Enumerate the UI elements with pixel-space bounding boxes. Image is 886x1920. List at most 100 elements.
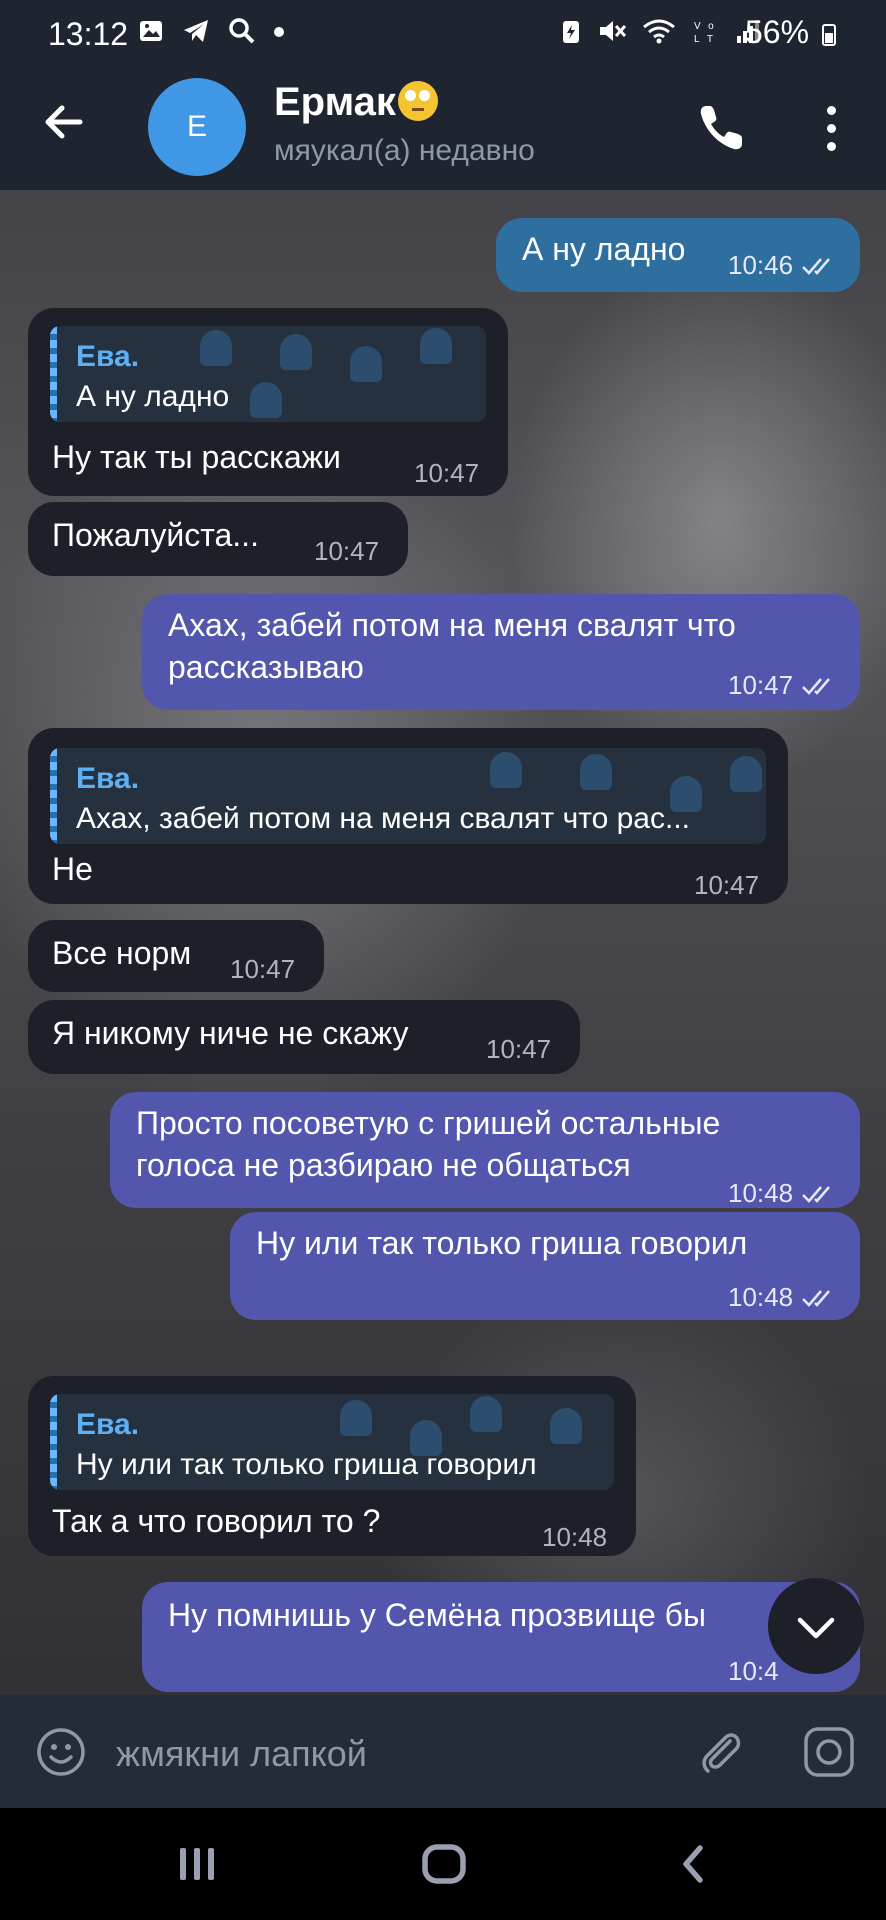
ghost-pattern-icon bbox=[580, 754, 612, 790]
double-check-icon bbox=[802, 1290, 831, 1307]
ghost-pattern-icon bbox=[200, 330, 232, 366]
message-list[interactable]: А ну ладно 10:46 Ева. А ну ладно Ну так … bbox=[0, 190, 886, 1695]
ghost-pattern-icon bbox=[550, 1408, 582, 1444]
ghost-pattern-icon bbox=[420, 328, 452, 364]
recent-apps-icon bbox=[180, 1848, 214, 1880]
reply-quote[interactable]: Ева. А ну ладно bbox=[50, 326, 486, 422]
quote-author: Ева. bbox=[76, 762, 140, 795]
message-bubble-outgoing[interactable]: Ну или так только гриша говорил 10:48 bbox=[230, 1212, 860, 1320]
message-text: Ну так ты расскажи bbox=[52, 439, 341, 475]
message-time: 10:48 bbox=[728, 1178, 794, 1208]
message-bubble-outgoing[interactable]: Просто посоветую с гришей остальные голо… bbox=[110, 1092, 860, 1208]
message-input[interactable] bbox=[114, 1725, 678, 1783]
double-check-icon bbox=[802, 678, 831, 695]
message-text: Не bbox=[52, 851, 93, 887]
battery-percent: 56% bbox=[745, 14, 810, 50]
message-time: 10:47 bbox=[414, 458, 480, 488]
ghost-pattern-icon bbox=[340, 1400, 372, 1436]
back-chevron-icon bbox=[683, 1845, 703, 1883]
double-check-icon bbox=[802, 258, 831, 275]
smiley-icon bbox=[37, 1728, 85, 1776]
phone-icon bbox=[700, 106, 742, 150]
menu-dot-icon bbox=[827, 106, 836, 115]
message-time: 10:47 bbox=[230, 954, 296, 984]
message-text: Так а что говорил то ? bbox=[52, 1503, 381, 1539]
svg-text:Vo): Vo) bbox=[694, 21, 720, 32]
message-bubble-outgoing[interactable]: Ну помнишь у Семёна прозвище бы 10:4 bbox=[142, 1582, 860, 1692]
camera-button[interactable] bbox=[802, 1725, 856, 1779]
dot-icon bbox=[274, 27, 285, 37]
message-time: 10:46 bbox=[728, 250, 794, 280]
system-icons: Vo) LTE bbox=[560, 16, 761, 47]
attach-button[interactable] bbox=[692, 1723, 748, 1779]
message-text: Я никому ниче не скажу bbox=[52, 1015, 409, 1051]
message-input-bar bbox=[0, 1695, 886, 1808]
message-bubble-incoming[interactable]: Ева. Ахах, забей потом на меня свалят чт… bbox=[28, 728, 788, 904]
mute-icon bbox=[600, 21, 627, 41]
message-bubble-incoming[interactable]: Ева. А ну ладно Ну так ты расскажи 10:47 bbox=[28, 308, 508, 496]
gallery-icon bbox=[140, 21, 162, 41]
message-text: Ну помнишь у Семёна прозвище бы bbox=[168, 1597, 706, 1633]
telegram-icon bbox=[183, 20, 208, 42]
more-options-button[interactable] bbox=[818, 100, 844, 160]
message-bubble-incoming[interactable]: Все норм 10:47 bbox=[28, 920, 324, 992]
emoji-button[interactable] bbox=[36, 1727, 86, 1777]
message-time: 10:47 bbox=[486, 1034, 552, 1064]
last-seen-status: мяукал(а) недавно bbox=[274, 134, 535, 167]
message-bubble-outgoing[interactable]: А ну ладно 10:46 bbox=[496, 218, 860, 292]
message-meta: 10:48 bbox=[728, 1172, 841, 1214]
message-text: Ну или так только гриша говорил bbox=[256, 1225, 748, 1261]
ghost-pattern-icon bbox=[250, 382, 282, 418]
message-time: 10:48 bbox=[542, 1522, 608, 1552]
message-text-line: Ахах, забей потом на меня свалят что bbox=[168, 607, 736, 643]
volte-icon: Vo) LTE bbox=[694, 21, 728, 45]
camera-icon bbox=[804, 1727, 854, 1777]
home-icon bbox=[422, 1844, 466, 1884]
call-button[interactable] bbox=[692, 98, 752, 158]
message-text-line: рассказываю bbox=[168, 649, 364, 685]
message-bubble-incoming[interactable]: Ева. Ну или так только гриша говорил Так… bbox=[28, 1376, 636, 1556]
scroll-to-bottom-button[interactable] bbox=[768, 1578, 864, 1674]
message-bubble-incoming[interactable]: Я никому ниче не скажу 10:47 bbox=[28, 1000, 580, 1074]
menu-dot-icon bbox=[827, 142, 836, 151]
chat-screen: 13:12 Vo) LTE 56% E Ермак мяукал(а) недав… bbox=[0, 0, 886, 1920]
message-time: 10:47 bbox=[694, 870, 760, 900]
search-icon bbox=[228, 18, 254, 44]
message-meta: 10:48 bbox=[728, 1276, 841, 1318]
quote-bar bbox=[50, 748, 57, 844]
ghost-pattern-icon bbox=[730, 756, 762, 792]
ghost-pattern-icon bbox=[350, 346, 382, 382]
reply-quote[interactable]: Ева. Ахах, забей потом на меня свалят чт… bbox=[50, 748, 766, 844]
ghost-pattern-icon bbox=[490, 752, 522, 788]
avatar[interactable]: E bbox=[148, 78, 246, 176]
notification-icons bbox=[138, 16, 285, 48]
home-button[interactable] bbox=[418, 1838, 470, 1890]
quote-author: Ева. bbox=[76, 340, 140, 373]
message-text: Все норм bbox=[52, 935, 192, 971]
message-time: 10:47 bbox=[728, 670, 794, 700]
paperclip-icon bbox=[702, 1733, 741, 1773]
ghost-pattern-icon bbox=[280, 334, 312, 370]
system-navigation-bar bbox=[0, 1808, 886, 1920]
avatar-letter: E bbox=[186, 110, 207, 143]
svg-text:LTE: LTE bbox=[694, 34, 720, 45]
message-bubble-incoming[interactable]: Пожалуйста... 10:47 bbox=[28, 502, 408, 576]
message-time: 10:47 bbox=[314, 536, 380, 566]
back-button[interactable] bbox=[40, 98, 88, 158]
reply-quote[interactable]: Ева. Ну или так только гриша говорил bbox=[50, 1394, 614, 1490]
status-time: 13:12 bbox=[48, 16, 129, 52]
wifi-icon bbox=[643, 19, 676, 44]
quote-text: А ну ладно bbox=[76, 380, 230, 413]
system-back-button[interactable] bbox=[672, 1838, 716, 1890]
double-check-icon bbox=[802, 1186, 831, 1203]
message-text: Пожалуйста... bbox=[52, 517, 259, 553]
recent-apps-button[interactable] bbox=[172, 1838, 222, 1890]
arrow-left-icon bbox=[45, 105, 83, 139]
contact-name[interactable]: Ермак bbox=[274, 80, 438, 125]
message-bubble-outgoing[interactable]: Ахах, забей потом на меня свалят что рас… bbox=[142, 594, 860, 710]
message-meta: 10:47 bbox=[728, 664, 841, 706]
message-meta: 10:46 bbox=[728, 244, 841, 286]
battery-saver-icon bbox=[563, 21, 579, 43]
message-text-line: голоса не разбираю не общаться bbox=[136, 1147, 631, 1183]
chevron-down-icon bbox=[797, 1617, 835, 1639]
